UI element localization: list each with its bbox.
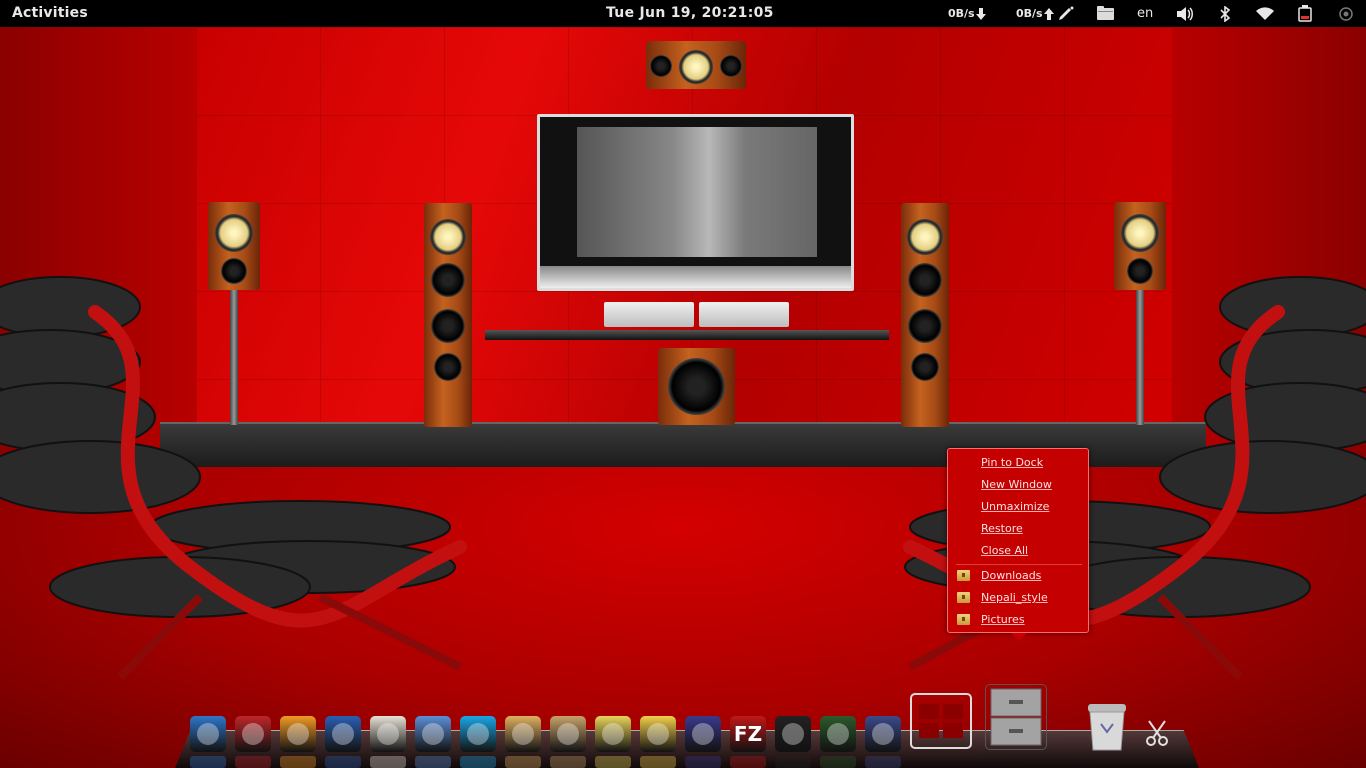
dock-icon-reflection [685, 756, 721, 768]
menu-item-unmaximize[interactable]: Unmaximize [981, 500, 1049, 513]
user-menu[interactable] [1339, 0, 1353, 27]
menu-item-new-window[interactable]: New Window [981, 478, 1052, 491]
dock-icon-reflection [325, 756, 361, 768]
folder-icon [1097, 6, 1114, 20]
wifi-indicator[interactable] [1256, 0, 1274, 27]
inkscape-icon[interactable] [280, 716, 316, 752]
scissors-icon[interactable] [1142, 718, 1172, 748]
camera-icon[interactable] [775, 716, 811, 752]
filezilla-icon[interactable]: FZ [730, 716, 766, 752]
av-receiver [604, 302, 694, 327]
dock-icon-reflection [505, 756, 541, 768]
menu-item-nepali-style[interactable]: Nepali_style [981, 591, 1048, 604]
gimp-icon[interactable] [550, 716, 586, 752]
net-up-indicator[interactable]: 0B/s [1016, 0, 1075, 27]
net-down-speed: 0B/s [948, 7, 975, 20]
terminal-icon[interactable] [235, 716, 271, 752]
arrow-down-icon [975, 7, 986, 20]
chromium-icon[interactable] [415, 716, 451, 752]
dock-icon-reflection [730, 756, 766, 768]
disk-icon[interactable] [820, 716, 856, 752]
keyboard-layout-indicator[interactable]: en [1137, 0, 1153, 27]
volume-indicator[interactable] [1176, 0, 1194, 27]
dock-icon-reflection [820, 756, 856, 768]
net-down-indicator[interactable]: 0B/s [948, 0, 987, 27]
menu-item-pictures[interactable]: Pictures [981, 613, 1025, 626]
dock-icon-reflection [280, 756, 316, 768]
arrow-up-icon [1043, 7, 1054, 20]
trash-icon[interactable] [1082, 702, 1132, 752]
clock[interactable]: Tue Jun 19, 20:21:05 [606, 5, 774, 21]
folder-icon [957, 614, 970, 625]
dock-icon-reflection [865, 756, 901, 768]
dock-icon-reflection [595, 756, 631, 768]
center-speaker [646, 41, 746, 89]
folder-indicator[interactable] [1097, 0, 1114, 27]
orb-icon[interactable] [685, 716, 721, 752]
wifi-icon [1256, 6, 1274, 20]
battery-indicator[interactable] [1297, 0, 1313, 27]
subwoofer [658, 348, 735, 425]
bluetooth-icon [1220, 5, 1231, 22]
book-reader-icon[interactable] [370, 716, 406, 752]
menu-item-close-all[interactable]: Close All [981, 544, 1028, 557]
keyboard-layout-label: en [1137, 6, 1154, 21]
menu-item-pin-to-dock[interactable]: Pin to Dock [981, 456, 1043, 469]
dock-icon-reflection [550, 756, 586, 768]
cheese-icon[interactable] [640, 716, 676, 752]
dock-icon-reflection [370, 756, 406, 768]
menu-item-restore[interactable]: Restore [981, 522, 1023, 535]
bluetooth-indicator[interactable] [1219, 0, 1231, 27]
television [537, 114, 854, 291]
dock-context-menu: Pin to Dock New Window Unmaximize Restor… [947, 448, 1089, 641]
dock-icon-reflection [190, 756, 226, 768]
firefox-icon[interactable] [325, 716, 361, 752]
folder-icon [957, 570, 970, 581]
dock-icon-reflection [415, 756, 451, 768]
avatar-icon[interactable] [865, 716, 901, 752]
net-up-speed: 0B/s [1016, 7, 1043, 20]
menu-item-downloads[interactable]: Downloads [981, 569, 1041, 582]
battery-icon [1298, 5, 1312, 22]
skype-icon[interactable] [460, 716, 496, 752]
menu-separator [956, 564, 1082, 565]
dock-icon-reflection [640, 756, 676, 768]
folder-icon [957, 592, 970, 603]
top-panel: Activities Tue Jun 19, 20:21:05 0B/s 0B/… [0, 0, 1366, 27]
desktop-wallpaper [0, 27, 1366, 768]
dock-icon-reflection [775, 756, 811, 768]
pen-tool-icon [1058, 6, 1074, 20]
dock-icon-reflection [460, 756, 496, 768]
filezilla-label: FZ [733, 722, 763, 746]
anchor-icon[interactable] [190, 716, 226, 752]
paint-icon[interactable] [505, 716, 541, 752]
dock-icon-reflection [235, 756, 271, 768]
workspace-switcher-icon[interactable] [910, 693, 972, 749]
menu-pointer-arrow [1011, 633, 1027, 641]
amplifier [699, 302, 789, 327]
left-chair [0, 276, 467, 680]
notes-icon[interactable] [595, 716, 631, 752]
user-status-icon [1339, 6, 1353, 21]
tv-shelf [485, 330, 889, 340]
file-cabinet-icon[interactable] [985, 684, 1047, 750]
volume-icon [1177, 6, 1193, 21]
activities-button[interactable]: Activities [12, 5, 88, 21]
